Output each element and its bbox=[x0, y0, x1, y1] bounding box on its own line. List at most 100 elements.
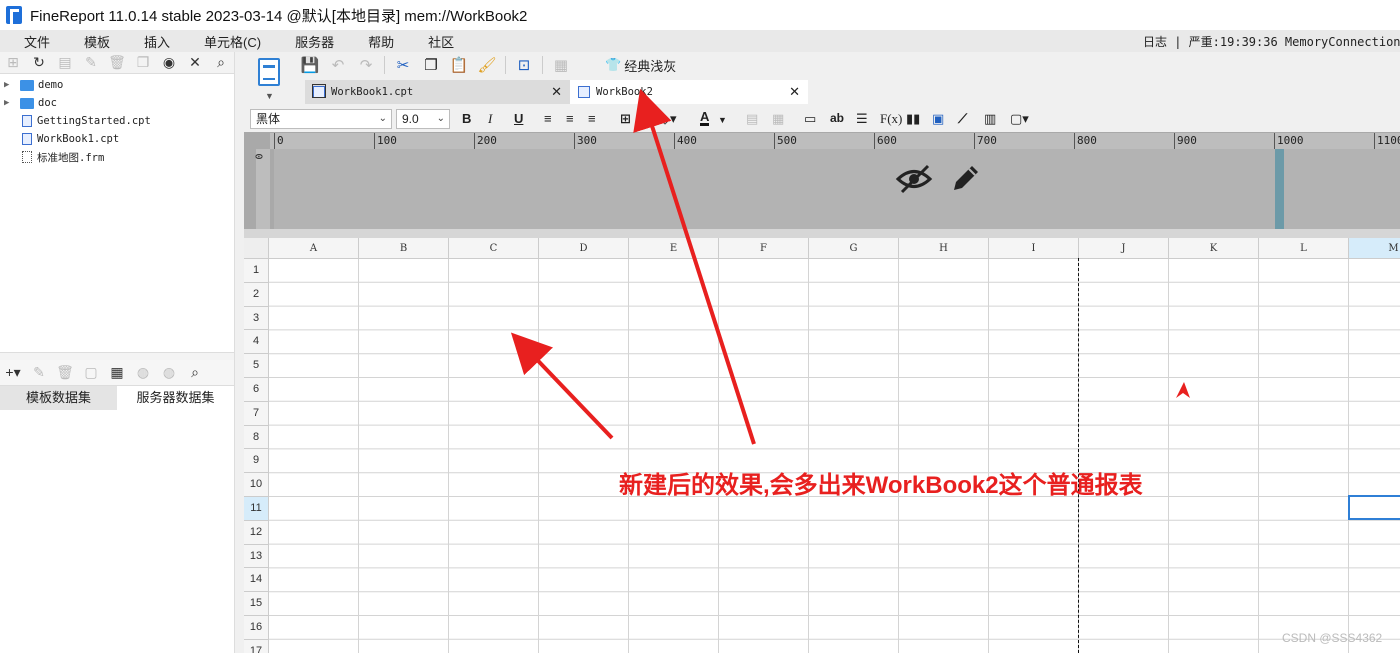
delete-icon[interactable]: 🗑 bbox=[104, 54, 130, 71]
rename-icon[interactable]: ✎ bbox=[78, 54, 104, 71]
row-header-15[interactable]: 15 bbox=[244, 592, 269, 616]
row-header-14[interactable]: 14 bbox=[244, 568, 269, 593]
eye-off-icon[interactable] bbox=[894, 162, 934, 196]
underline-icon[interactable]: U bbox=[514, 111, 523, 126]
dataset-params-icon[interactable]: ▦ bbox=[104, 364, 130, 381]
row-header-8[interactable]: 8 bbox=[244, 425, 269, 450]
menu-insert[interactable]: 插入 bbox=[127, 32, 187, 51]
row-header-12[interactable]: 12 bbox=[244, 520, 269, 545]
row-header-2[interactable]: 2 bbox=[244, 282, 269, 307]
column-header-h[interactable]: H bbox=[899, 238, 989, 259]
row-header-16[interactable]: 16 bbox=[244, 616, 269, 640]
database-query-icon[interactable]: ◍ bbox=[156, 364, 182, 381]
tab-server-dataset[interactable]: 服务器数据集 bbox=[117, 386, 234, 410]
page-header-band[interactable] bbox=[274, 149, 1400, 229]
row-header-11[interactable]: 11 bbox=[244, 497, 269, 521]
tab-template-dataset[interactable]: 模板数据集 bbox=[0, 386, 117, 410]
search-icon[interactable]: ⌕ bbox=[182, 364, 208, 381]
column-header-b[interactable]: B bbox=[359, 238, 449, 259]
column-header-j[interactable]: J bbox=[1079, 238, 1169, 259]
menu-file[interactable]: 文件 bbox=[0, 32, 67, 51]
row-header-17[interactable]: 17 bbox=[244, 639, 269, 653]
tree-item-gettingstarted[interactable]: GettingStarted.cpt bbox=[0, 112, 151, 130]
cut-icon[interactable]: ✂ bbox=[389, 56, 417, 74]
tab-workbook2[interactable]: WorkBook2 ✕ bbox=[570, 80, 808, 104]
undo-icon[interactable]: ↶ bbox=[324, 56, 352, 74]
column-header-m[interactable]: M bbox=[1349, 238, 1400, 259]
row-header-7[interactable]: 7 bbox=[244, 401, 269, 426]
row-header-13[interactable]: 13 bbox=[244, 544, 269, 569]
align-center-icon[interactable]: ≡ bbox=[566, 111, 574, 126]
tree-item-map[interactable]: 标准地图.frm bbox=[0, 148, 104, 166]
row-header-4[interactable]: 4 bbox=[244, 330, 269, 355]
database-icon[interactable]: ◍ bbox=[130, 364, 156, 381]
insert-slash-icon[interactable]: ⟋ bbox=[958, 111, 967, 127]
row-header-6[interactable]: 6 bbox=[244, 378, 269, 402]
insert-chart-icon[interactable]: ▮▮ bbox=[906, 111, 920, 127]
menu-community[interactable]: 社区 bbox=[411, 32, 471, 51]
edit-icon[interactable]: ✎ bbox=[26, 364, 52, 381]
menu-template[interactable]: 模板 bbox=[67, 32, 127, 51]
theme-button[interactable]: 👕 经典浅灰 bbox=[605, 56, 676, 75]
insert-rich-text-icon[interactable]: ab bbox=[830, 111, 844, 125]
align-right-icon[interactable]: ≡ bbox=[588, 111, 596, 126]
tree-item-doc[interactable]: ▶ doc bbox=[0, 94, 57, 112]
panel-divider[interactable] bbox=[234, 52, 244, 653]
insert-image-icon[interactable]: ▣ bbox=[932, 111, 944, 127]
insert-text-icon[interactable]: ▭ bbox=[804, 111, 816, 127]
refresh-icon[interactable]: ↻ bbox=[26, 54, 52, 71]
preview-web-icon[interactable]: ▦ bbox=[547, 56, 575, 74]
column-header-d[interactable]: D bbox=[539, 238, 629, 259]
tree-item-demo[interactable]: ▶ demo bbox=[0, 76, 63, 94]
redo-icon[interactable]: ↷ bbox=[352, 56, 380, 74]
new-template-button[interactable]: ▼ bbox=[250, 55, 288, 105]
new-folder-icon[interactable]: ⊞ bbox=[0, 54, 26, 71]
italic-icon[interactable]: I bbox=[488, 111, 492, 127]
insert-formula-icon[interactable]: F(x) bbox=[880, 111, 902, 127]
bold-icon[interactable]: B bbox=[462, 111, 471, 126]
selected-cell[interactable] bbox=[1348, 495, 1400, 520]
row-header-10[interactable]: 10 bbox=[244, 473, 269, 497]
row-header-3[interactable]: 3 bbox=[244, 306, 269, 331]
font-color-icon[interactable]: A bbox=[700, 110, 710, 126]
align-left-icon[interactable]: ≡ bbox=[544, 111, 552, 126]
row-header-5[interactable]: 5 bbox=[244, 354, 269, 378]
pencil-icon[interactable] bbox=[944, 162, 984, 196]
row-header-9[interactable]: 9 bbox=[244, 449, 269, 474]
column-header-a[interactable]: A bbox=[269, 238, 359, 259]
font-size-select[interactable]: 9.0 ⌄ bbox=[396, 109, 450, 129]
column-header-l[interactable]: L bbox=[1259, 238, 1349, 259]
insert-formula-lines-icon[interactable]: ☰ bbox=[856, 111, 868, 127]
fill-color-icon[interactable]: ◈▾ bbox=[660, 111, 677, 127]
collapse-icon[interactable]: ✕ bbox=[182, 54, 208, 71]
preview-icon[interactable]: ▢ bbox=[78, 364, 104, 381]
log-status[interactable]: 日志 | 严重:19:39:36 MemoryConnection_Datas bbox=[1143, 33, 1400, 50]
insert-float-icon[interactable]: ▢▾ bbox=[1010, 111, 1029, 127]
column-header-e[interactable]: E bbox=[629, 238, 719, 259]
column-header-i[interactable]: I bbox=[989, 238, 1079, 259]
delete-icon[interactable]: 🗑 bbox=[52, 364, 78, 381]
format-painter-icon[interactable]: 🖌 bbox=[473, 56, 501, 74]
font-family-select[interactable]: 黑体 ⌄ bbox=[250, 109, 392, 129]
paste-icon[interactable]: 📋 bbox=[445, 56, 473, 74]
spreadsheet-grid[interactable]: ABCDEFGHIJKLM 1 2 3 4 5 6 7 8 9 10 11 12 13 14 15 16 17 bbox=[244, 238, 1400, 653]
close-icon[interactable]: ✕ bbox=[551, 84, 562, 100]
chevron-right-icon[interactable]: ▶ bbox=[4, 98, 14, 108]
menu-server[interactable]: 服务器 bbox=[278, 32, 351, 51]
insert-subreport-icon[interactable]: ▥ bbox=[984, 111, 996, 127]
save-icon[interactable]: 💾 bbox=[296, 56, 324, 74]
unmerge-cells-icon[interactable]: ▦ bbox=[772, 111, 784, 127]
merge-cells-icon[interactable]: ▤ bbox=[746, 111, 758, 127]
row-header-1[interactable]: 1 bbox=[244, 259, 269, 283]
locate-icon[interactable]: ◉ bbox=[156, 54, 182, 71]
search-icon[interactable]: ⌕ bbox=[208, 54, 234, 71]
tree-item-workbook1[interactable]: WorkBook1.cpt bbox=[0, 130, 119, 148]
chevron-down-icon[interactable]: ▼ bbox=[718, 115, 727, 125]
tab-workbook1[interactable]: WorkBook1.cpt ✕ bbox=[305, 80, 570, 104]
column-header-f[interactable]: F bbox=[719, 238, 809, 259]
page-edge-marker[interactable] bbox=[1275, 149, 1284, 229]
close-icon[interactable]: ✕ bbox=[789, 84, 800, 100]
template-grid-icon[interactable] bbox=[312, 84, 326, 98]
column-header-g[interactable]: G bbox=[809, 238, 899, 259]
add-dataset-icon[interactable]: +▾ bbox=[0, 364, 26, 381]
